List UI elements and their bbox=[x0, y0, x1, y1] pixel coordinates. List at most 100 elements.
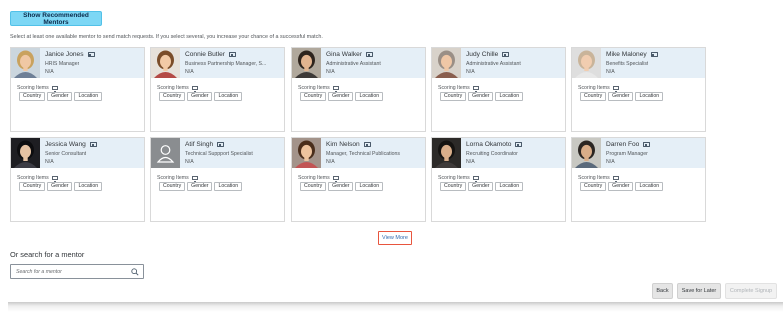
mentor-card-header: Judy Chille Administrative Assistant N/A bbox=[432, 48, 565, 78]
scoring-items-label: Scoring Items bbox=[578, 175, 619, 182]
back-button[interactable]: Back bbox=[652, 283, 673, 299]
scoring-tag: Location bbox=[635, 92, 664, 102]
mentor-card[interactable]: Darren Foo Program Manager N/A Scoring Item… bbox=[571, 137, 706, 222]
instructions-text: Select at least one available mentor to … bbox=[10, 34, 323, 40]
monitor-icon[interactable] bbox=[51, 175, 58, 182]
scoring-tags: Country Gender Location bbox=[440, 92, 524, 102]
mentor-location: N/A bbox=[185, 69, 194, 75]
mentor-card-header: Connie Butler Business Partnership Manage… bbox=[151, 48, 284, 78]
profile-card-icon[interactable] bbox=[89, 142, 97, 147]
scoring-tags: Country Gender Location bbox=[580, 92, 664, 102]
mentor-card-header: Kim Nelson Manager, Technical Publication… bbox=[292, 138, 425, 168]
avatar bbox=[151, 48, 180, 78]
scoring-items-label: Scoring Items bbox=[438, 85, 479, 92]
mentor-card[interactable]: Jessica Wang Senior Consultant N/A Scoring … bbox=[10, 137, 145, 222]
scoring-tags: Country Gender Location bbox=[159, 92, 243, 102]
mentor-title: Technical Suppport Specialist bbox=[185, 151, 253, 157]
mentor-name-text: Atif Singh bbox=[185, 141, 214, 148]
scoring-tag: Location bbox=[495, 92, 524, 102]
mentor-name-text: Mike Maloney bbox=[606, 51, 647, 58]
profile-card-icon[interactable] bbox=[515, 142, 523, 147]
profile-card-icon[interactable] bbox=[502, 52, 510, 57]
mentor-title: Administrative Assistant bbox=[466, 61, 521, 67]
monitor-icon[interactable] bbox=[191, 85, 198, 92]
scoring-tag: Country bbox=[300, 182, 327, 192]
monitor-icon[interactable] bbox=[51, 85, 58, 92]
profile-card-icon[interactable] bbox=[228, 52, 236, 57]
search-title: Or search for a mentor bbox=[10, 250, 85, 259]
mentor-name-text: Lorna Okamoto bbox=[466, 141, 512, 148]
monitor-icon[interactable] bbox=[332, 175, 339, 182]
avatar bbox=[292, 138, 321, 168]
mentor-card-header: Darren Foo Program Manager N/A bbox=[572, 138, 705, 168]
mentor-name[interactable]: Janice Jones bbox=[45, 51, 95, 58]
profile-card-icon[interactable] bbox=[366, 52, 374, 57]
scoring-tag: Country bbox=[440, 182, 467, 192]
scoring-items-label: Scoring Items bbox=[17, 175, 58, 182]
mentor-card[interactable]: Mike Maloney Benefits Specialist N/A Scorin… bbox=[571, 47, 706, 132]
monitor-icon[interactable] bbox=[472, 85, 479, 92]
mentor-card[interactable]: Connie Butler Business Partnership Manage… bbox=[150, 47, 285, 132]
mentor-card[interactable]: Lorna Okamoto Recruiting Coordinator N/A Sc… bbox=[431, 137, 566, 222]
search-icon[interactable] bbox=[131, 268, 139, 276]
mentor-name[interactable]: Darren Foo bbox=[606, 141, 651, 148]
monitor-icon[interactable] bbox=[191, 175, 198, 182]
mentor-card[interactable]: Judy Chille Administrative Assistant N/A Sc… bbox=[431, 47, 566, 132]
scoring-tags: Country Gender Location bbox=[300, 182, 384, 192]
scoring-items-text: Scoring Items bbox=[578, 175, 610, 181]
mentor-location: N/A bbox=[606, 69, 615, 75]
scoring-items-text: Scoring Items bbox=[578, 85, 610, 91]
monitor-icon[interactable] bbox=[332, 85, 339, 92]
avatar bbox=[292, 48, 321, 78]
scoring-items-text: Scoring Items bbox=[157, 175, 189, 181]
mentor-name-text: Darren Foo bbox=[606, 141, 640, 148]
scoring-tag: Country bbox=[580, 92, 607, 102]
mentor-name[interactable]: Mike Maloney bbox=[606, 51, 658, 58]
mentor-location: N/A bbox=[606, 159, 615, 165]
search-box bbox=[10, 264, 144, 279]
search-input[interactable] bbox=[11, 265, 129, 278]
show-recommended-mentors-button[interactable]: Show Recommended Mentors bbox=[10, 11, 102, 26]
scoring-tags: Country Gender Location bbox=[440, 182, 524, 192]
monitor-icon[interactable] bbox=[612, 175, 619, 182]
monitor-icon[interactable] bbox=[472, 175, 479, 182]
mentor-name[interactable]: Lorna Okamoto bbox=[466, 141, 523, 148]
mentor-name[interactable]: Judy Chille bbox=[466, 51, 510, 58]
scoring-tag: Country bbox=[159, 182, 186, 192]
profile-card-icon[interactable] bbox=[650, 52, 658, 57]
mentor-title: HRIS Manager bbox=[45, 61, 80, 67]
mentor-name-text: Jessica Wang bbox=[45, 141, 86, 148]
avatar bbox=[11, 138, 40, 168]
mentor-card[interactable]: Kim Nelson Manager, Technical Publication… bbox=[291, 137, 426, 222]
avatar bbox=[151, 138, 180, 168]
scoring-items-label: Scoring Items bbox=[578, 85, 619, 92]
mentor-title: Senior Consultant bbox=[45, 151, 87, 157]
mentor-name[interactable]: Atif Singh bbox=[185, 141, 225, 148]
scoring-items-label: Scoring Items bbox=[298, 175, 339, 182]
scoring-tag: Gender bbox=[47, 182, 73, 192]
scoring-tag: Location bbox=[74, 182, 103, 192]
mentor-card[interactable]: Janice Jones HRIS Manager N/A Scoring Items… bbox=[10, 47, 145, 132]
mentor-location: N/A bbox=[326, 159, 335, 165]
profile-card-icon[interactable] bbox=[643, 142, 651, 147]
mentor-title: Manager, Technical Publications bbox=[326, 151, 401, 157]
scoring-items-label: Scoring Items bbox=[157, 175, 198, 182]
scoring-tag: Country bbox=[159, 92, 186, 102]
complete-signup-button[interactable]: Complete Signup bbox=[725, 283, 777, 299]
scoring-tag: Gender bbox=[187, 182, 213, 192]
profile-card-icon[interactable] bbox=[87, 52, 95, 57]
mentor-name[interactable]: Kim Nelson bbox=[326, 141, 371, 148]
mentor-card[interactable]: Atif Singh Technical Suppport Specialist N… bbox=[150, 137, 285, 222]
monitor-icon[interactable] bbox=[612, 85, 619, 92]
mentor-name[interactable]: Connie Butler bbox=[185, 51, 236, 58]
mentor-card[interactable]: Gina Walker Administrative Assistant N/A Sc… bbox=[291, 47, 426, 132]
profile-card-icon[interactable] bbox=[217, 142, 225, 147]
profile-card-icon[interactable] bbox=[363, 142, 371, 147]
mentor-title: Benefits Specialist bbox=[606, 61, 649, 67]
save-for-later-button[interactable]: Save for Later bbox=[677, 283, 721, 299]
scoring-tag: Country bbox=[19, 182, 46, 192]
mentor-name[interactable]: Jessica Wang bbox=[45, 141, 97, 148]
view-more-button[interactable]: View More bbox=[378, 231, 412, 245]
mentor-name[interactable]: Gina Walker bbox=[326, 51, 374, 58]
mentor-title: Business Partnership Manager, S... bbox=[185, 61, 267, 67]
